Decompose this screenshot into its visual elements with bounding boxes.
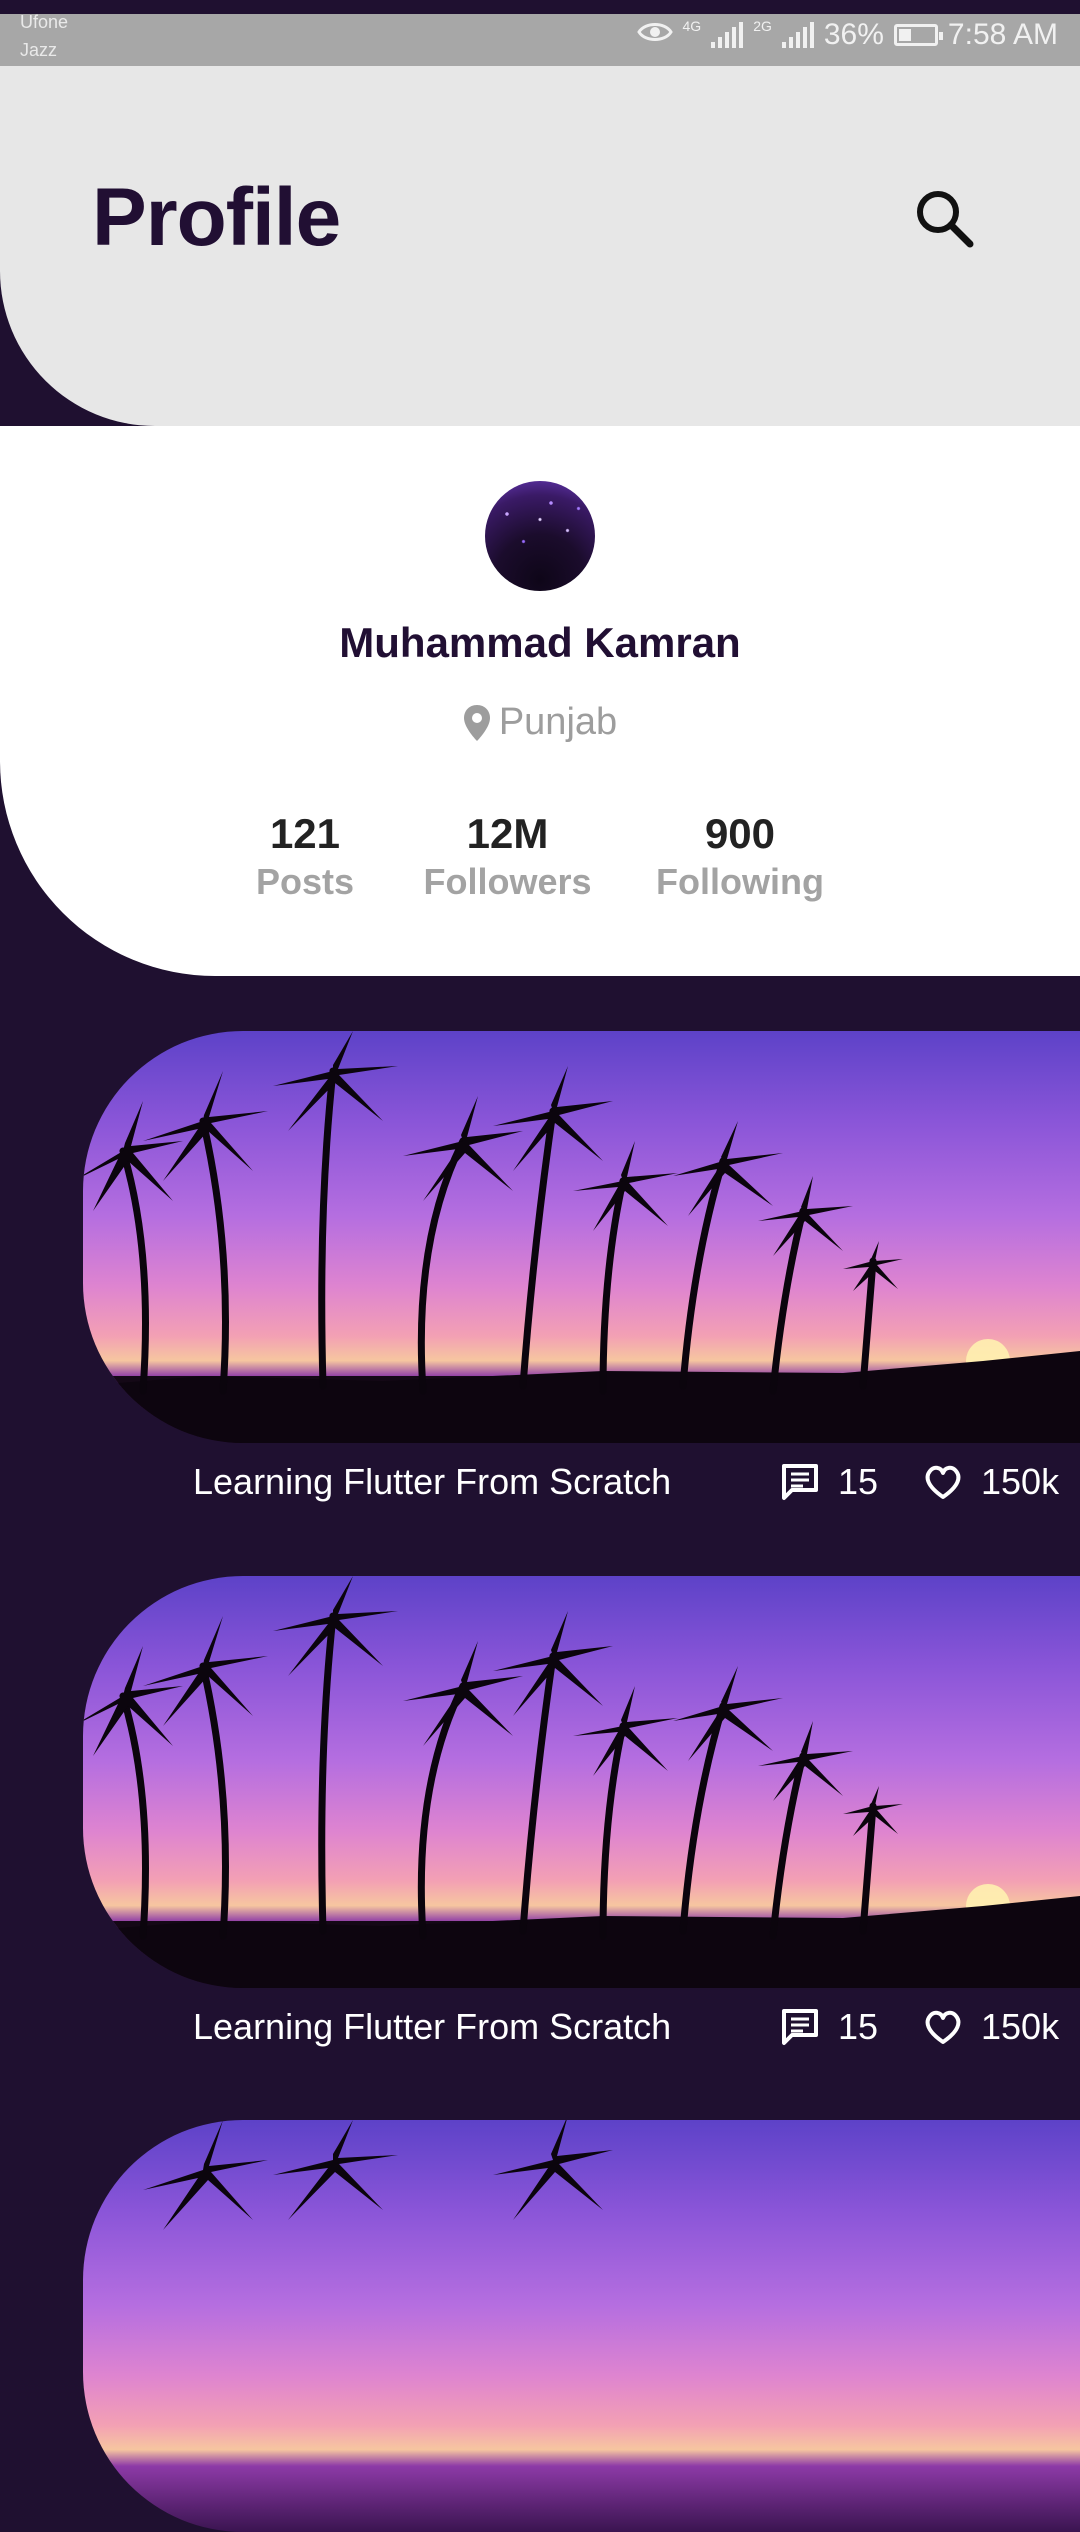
location-row: Punjab	[0, 701, 1080, 744]
palm-silhouette	[83, 1031, 1080, 1443]
carrier-2: Jazz	[20, 40, 58, 60]
palm-silhouette	[83, 1576, 1080, 1988]
comment-count: 15	[838, 1461, 879, 1502]
system-indicators: 4G 2G 36% 7:58 AM	[636, 18, 1058, 52]
comment-icon	[782, 1464, 818, 1500]
like-button[interactable]: 150k	[923, 1461, 1059, 1503]
comment-icon	[782, 2009, 818, 2045]
stat-followers[interactable]: 12M Followers	[415, 811, 600, 905]
carrier-names: Ufone Jazz	[20, 8, 68, 64]
post-card[interactable]: Learning Flutter From Scratch 15 150k	[83, 1576, 1080, 2056]
like-count: 150k	[981, 2006, 1060, 2047]
search-button[interactable]	[908, 182, 980, 254]
heart-icon	[925, 1465, 961, 1499]
network-2-label: 2G	[753, 18, 772, 34]
profile-name: Muhammad Kamran	[339, 619, 741, 666]
location-pin-icon	[463, 704, 490, 741]
network-1-label: 4G	[682, 18, 702, 34]
like-button[interactable]: 150k	[923, 2006, 1059, 2048]
signal-2-icon	[781, 22, 814, 48]
post-image[interactable]	[83, 2120, 1080, 2532]
status-bar: Ufone Jazz 4G 2G 36% 7:58 AM	[0, 0, 1080, 66]
signal-1-icon	[711, 22, 744, 48]
post-title: Learning Flutter From Scratch	[193, 1461, 672, 1502]
battery-icon	[893, 24, 943, 46]
profile-header: Profile	[0, 66, 1080, 426]
carrier-1: Ufone	[20, 12, 69, 32]
stat-posts-label: Posts	[255, 861, 355, 902]
battery-percent: 36%	[823, 18, 884, 51]
like-count: 150k	[981, 1461, 1060, 1502]
post-image[interactable]	[83, 1576, 1080, 1988]
post-card[interactable]: Learning Flutter From Scratch 15 150k	[83, 1031, 1080, 1511]
stat-following[interactable]: 900 Following	[650, 811, 830, 905]
comments-button[interactable]: 15	[780, 1461, 878, 1503]
stat-posts-value: 121	[269, 810, 341, 857]
stat-followers-label: Followers	[423, 861, 592, 902]
post-image[interactable]	[83, 1031, 1080, 1443]
search-icon	[917, 191, 974, 248]
stat-followers-value: 12M	[466, 810, 549, 857]
stat-posts[interactable]: 121 Posts	[240, 811, 370, 905]
palm-silhouette	[143, 2120, 613, 2230]
eye-icon	[636, 18, 673, 52]
stat-following-value: 900	[704, 810, 776, 857]
location-label: Punjab	[498, 701, 618, 743]
profile-card: Muhammad Kamran Punjab 121 Posts 12M Fol…	[0, 426, 1080, 976]
comment-count: 15	[838, 2006, 879, 2047]
avatar[interactable]	[485, 481, 595, 591]
post-card[interactable]	[83, 2120, 1080, 2532]
comments-button[interactable]: 15	[780, 2006, 878, 2048]
heart-icon	[925, 2010, 961, 2044]
clock: 7:58 AM	[947, 18, 1058, 51]
stat-following-label: Following	[656, 861, 824, 902]
post-title: Learning Flutter From Scratch	[193, 2006, 672, 2047]
status-top-strip	[0, 0, 1080, 14]
page-title: Profile	[92, 172, 341, 263]
